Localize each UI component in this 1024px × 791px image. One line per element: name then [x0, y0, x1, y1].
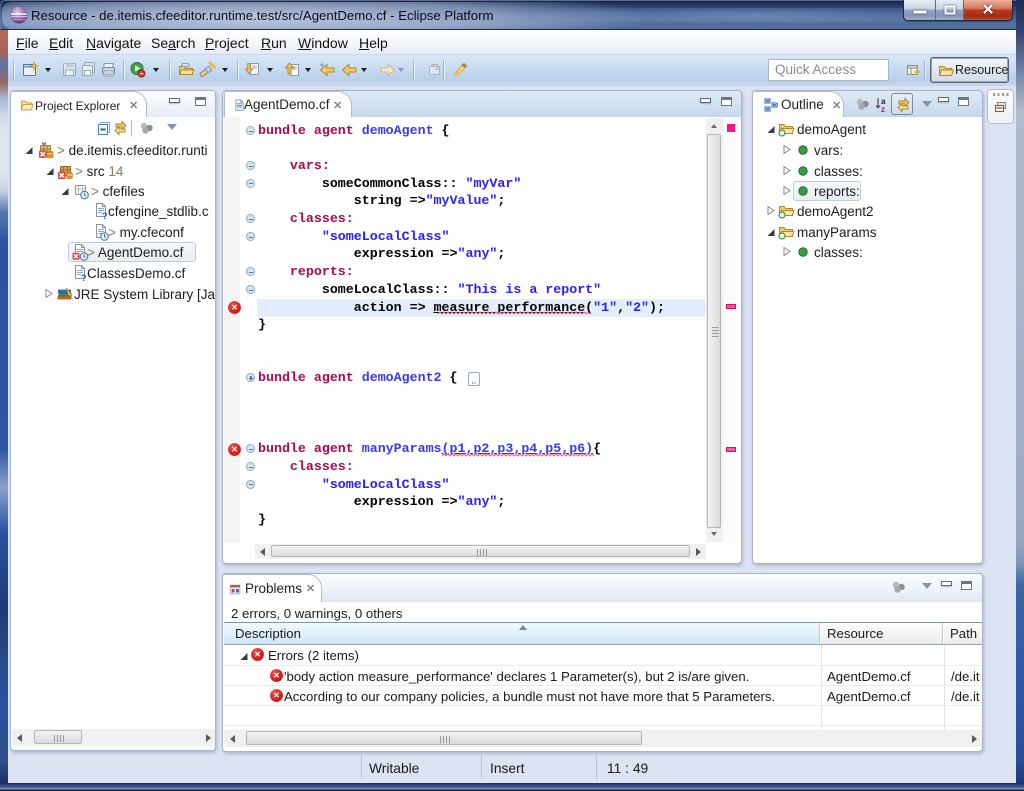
svg-text:?: ?: [102, 211, 108, 220]
svg-text:z: z: [881, 105, 885, 113]
svg-text:?: ?: [81, 273, 87, 282]
